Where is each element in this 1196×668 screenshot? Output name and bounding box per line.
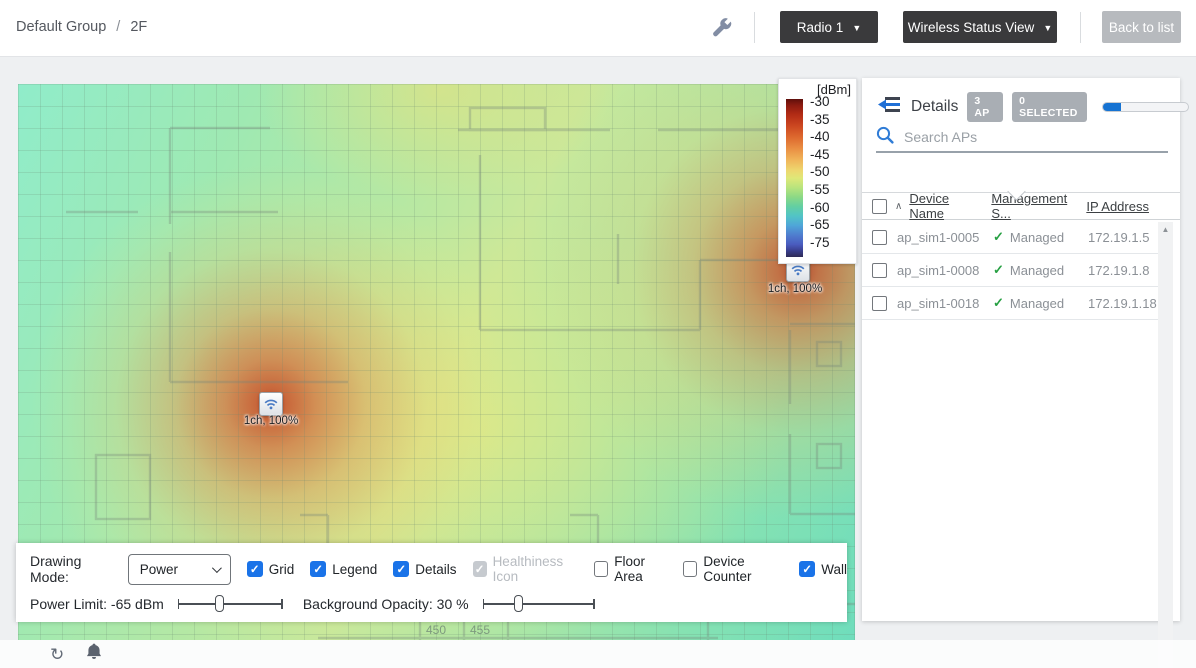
radio-select-button[interactable]: Radio 1 ▼ <box>780 11 878 43</box>
table-row[interactable]: ap_sim1-0018 ✓ Managed 172.19.1.18 <box>862 287 1164 320</box>
ip-address-cell: 172.19.1.18 <box>1088 296 1157 311</box>
management-status-cell: Managed <box>1010 296 1064 311</box>
column-management-status[interactable]: Management S... <box>991 191 1084 221</box>
radio-select-label: Radio 1 <box>797 20 844 35</box>
background-opacity-label: Background Opacity: 30 % <box>303 596 469 612</box>
collapse-panel-icon[interactable] <box>878 96 902 118</box>
background-opacity-slider[interactable] <box>483 595 595 613</box>
search-icon <box>876 126 894 149</box>
row-checkbox[interactable] <box>872 230 887 245</box>
panel-title: Details <box>911 98 958 116</box>
power-limit-slider[interactable] <box>178 595 283 613</box>
legend-tick: -50 <box>810 163 830 181</box>
toolbar-divider <box>754 12 755 43</box>
drawing-mode-select[interactable]: Power <box>128 554 231 585</box>
ip-address-cell: 172.19.1.8 <box>1088 263 1149 278</box>
icon-size-slider[interactable] <box>1102 102 1189 112</box>
managed-check-icon: ✓ <box>993 229 1004 245</box>
selected-count-badge: 0 SELECTED <box>1012 92 1087 122</box>
legend-ticks: -30 -35 -40 -45 -50 -55 -60 -65 -75 <box>810 93 830 251</box>
view-select-label: Wireless Status View <box>908 20 1035 35</box>
back-to-list-button[interactable]: Back to list <box>1102 11 1181 43</box>
checkbox-grid[interactable]: ✓ Grid <box>247 561 295 577</box>
caret-down-icon: ▼ <box>1043 23 1052 33</box>
legend-tick: -45 <box>810 146 830 164</box>
checkbox-healthiness-icon: ✓ Healthiness Icon <box>473 554 579 584</box>
room-label: 455 <box>470 623 490 637</box>
device-name-cell: ap_sim1-0005 <box>897 230 993 245</box>
legend-color-bar <box>786 99 803 257</box>
select-all-checkbox[interactable] <box>872 199 887 214</box>
row-checkbox[interactable] <box>872 263 887 278</box>
breadcrumb-separator: / <box>116 19 120 35</box>
drawing-mode-value: Power <box>140 562 178 577</box>
legend-tick: -55 <box>810 181 830 199</box>
access-point-marker[interactable] <box>259 392 283 416</box>
drawing-controls-bar: Drawing Mode: Power ✓ Grid ✓ Legend ✓ De… <box>16 543 847 622</box>
chevron-down-icon <box>212 563 222 573</box>
column-ip-address[interactable]: IP Address <box>1086 199 1149 214</box>
room-label: 450 <box>426 623 446 637</box>
slider-handle[interactable] <box>215 595 224 612</box>
ip-address-cell: 172.19.1.5 <box>1088 230 1149 245</box>
breadcrumb-group[interactable]: Default Group <box>16 19 106 35</box>
row-checkbox[interactable] <box>872 296 887 311</box>
drawing-mode-label: Drawing Mode: <box>30 553 112 585</box>
checkbox-floor-area[interactable]: ✓ Floor Area <box>594 554 667 584</box>
wrench-icon[interactable] <box>710 16 732 43</box>
power-limit-label: Power Limit: -65 dBm <box>30 596 164 612</box>
checkbox-details[interactable]: ✓ Details <box>393 561 456 577</box>
checkbox-device-counter[interactable]: ✓ Device Counter <box>683 554 783 584</box>
bell-icon[interactable] <box>86 643 102 665</box>
checkbox-wall[interactable]: ✓ Wall <box>799 561 847 577</box>
table-row[interactable]: ap_sim1-0005 ✓ Managed 172.19.1.5 <box>862 221 1164 254</box>
wifi-icon <box>264 398 278 410</box>
search-aps-field[interactable]: Search APs <box>876 123 1168 153</box>
device-name-cell: ap_sim1-0008 <box>897 263 993 278</box>
table-row[interactable]: ap_sim1-0008 ✓ Managed 172.19.1.8 <box>862 254 1164 287</box>
breadcrumb-floor: 2F <box>130 19 147 35</box>
search-placeholder: Search APs <box>904 129 977 145</box>
dbm-legend: [dBm] -30 -35 -40 -45 -50 -55 -60 -65 -7… <box>778 78 857 264</box>
table-scrollbar[interactable]: ▲ ▼ <box>1158 222 1173 668</box>
legend-tick: -75 <box>810 234 830 252</box>
legend-tick: -60 <box>810 199 830 217</box>
management-status-cell: Managed <box>1010 263 1064 278</box>
breadcrumb: Default Group / 2F <box>16 19 147 35</box>
caret-down-icon: ▼ <box>852 23 861 33</box>
managed-check-icon: ✓ <box>993 262 1004 278</box>
checkbox-legend[interactable]: ✓ Legend <box>310 561 377 577</box>
ap-marker-label: 1ch, 100% <box>768 283 822 295</box>
column-device-name[interactable]: Device Name <box>909 191 987 221</box>
sort-ascending-icon[interactable]: ∧ <box>895 201 902 212</box>
toolbar-divider <box>1080 12 1081 43</box>
management-status-cell: Managed <box>1010 230 1064 245</box>
refresh-icon[interactable]: ↻ <box>50 646 64 663</box>
legend-tick: -35 <box>810 111 830 129</box>
view-select-button[interactable]: Wireless Status View ▼ <box>903 11 1057 43</box>
top-bar: Default Group / 2F Radio 1 ▼ Wireless St… <box>0 0 1196 57</box>
legend-tick: -40 <box>810 128 830 146</box>
scroll-up-icon[interactable]: ▲ <box>1158 222 1173 237</box>
slider-handle[interactable] <box>514 595 523 612</box>
device-name-cell: ap_sim1-0018 <box>897 296 993 311</box>
wifi-icon <box>791 264 805 276</box>
managed-check-icon: ✓ <box>993 295 1004 311</box>
ap-count-badge: 3 AP <box>967 92 1003 122</box>
ap-marker-label: 1ch, 100% <box>244 415 298 427</box>
legend-tick: -30 <box>810 93 830 111</box>
legend-tick: -65 <box>810 216 830 234</box>
bottom-toolbar: ↻ <box>0 640 1196 668</box>
details-panel: Details 3 AP 0 SELECTED Search APs ∧ Dev… <box>862 78 1180 621</box>
